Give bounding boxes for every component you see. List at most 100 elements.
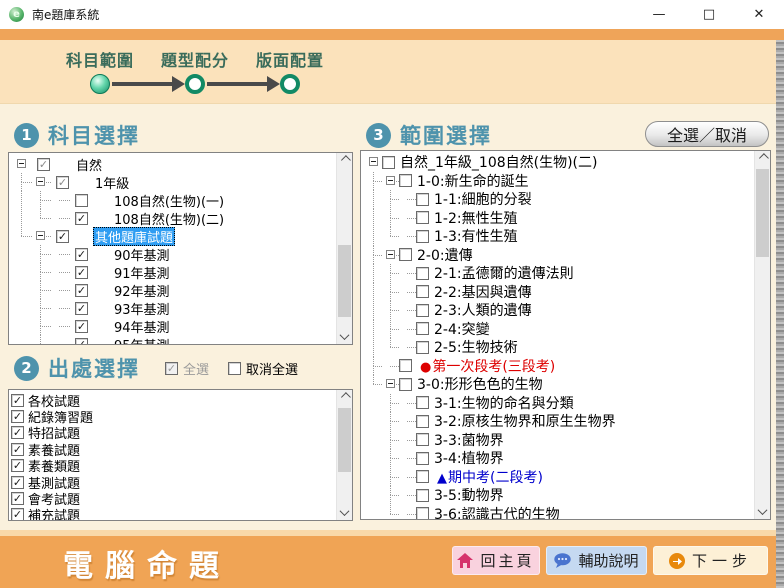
tree-item-label[interactable]: 1-0:新生命的誕生 bbox=[415, 171, 531, 191]
step-circle-1-active[interactable] bbox=[90, 74, 110, 94]
checkbox[interactable]: ✓ bbox=[75, 338, 88, 345]
expand-toggle[interactable] bbox=[365, 153, 382, 172]
checkbox[interactable] bbox=[416, 285, 429, 298]
checkbox[interactable]: ✓ bbox=[11, 394, 24, 407]
tree-item-label[interactable]: 2-2:基因與遺傳 bbox=[432, 282, 534, 302]
list-item[interactable]: ✓素養試題 bbox=[11, 441, 337, 457]
tree-item[interactable]: ✓ 93年基測 bbox=[13, 299, 337, 317]
scroll-down-icon[interactable] bbox=[337, 504, 352, 520]
checkbox[interactable] bbox=[416, 230, 429, 243]
tree-item-label[interactable]: 3-5:動物界 bbox=[432, 485, 506, 505]
tree-item[interactable]: ✓91年基測 bbox=[13, 263, 337, 281]
checkbox[interactable]: ✓ bbox=[75, 212, 88, 225]
checkbox[interactable] bbox=[399, 359, 412, 372]
scroll-up-icon[interactable] bbox=[337, 153, 352, 169]
checkbox[interactable] bbox=[416, 470, 429, 483]
expand-toggle[interactable] bbox=[382, 172, 399, 191]
tree-item[interactable]: 2-1:孟德爾的遺傳法則 bbox=[365, 264, 755, 283]
tree-item[interactable]: 3-4:植物界 bbox=[365, 449, 755, 468]
checkbox[interactable] bbox=[75, 194, 88, 207]
checkbox[interactable] bbox=[416, 433, 429, 446]
checkbox[interactable] bbox=[382, 156, 395, 169]
checkbox[interactable] bbox=[416, 507, 429, 519]
tree-item[interactable]: 2-0:遺傳 bbox=[365, 246, 755, 265]
tree-item[interactable]: 1-2:無性生殖 bbox=[365, 209, 755, 228]
tree-item-label[interactable]: 3-2:原核生物界和原生生物界 bbox=[432, 411, 618, 431]
checkbox[interactable] bbox=[416, 489, 429, 502]
checkbox[interactable] bbox=[416, 396, 429, 409]
tree-item[interactable]: 3-2:原核生物界和原生生物界 bbox=[365, 412, 755, 431]
expand-toggle[interactable] bbox=[32, 173, 51, 191]
tree-item[interactable]: 2-2:基因與遺傳 bbox=[365, 283, 755, 302]
checkbox[interactable]: ✓ bbox=[75, 320, 88, 333]
tree-item-label[interactable]: 91年基測 bbox=[112, 263, 172, 282]
checkbox[interactable] bbox=[416, 211, 429, 224]
list-item[interactable]: ✓特招試題 bbox=[11, 425, 337, 441]
select-all-checkbox[interactable]: ✓ bbox=[165, 362, 178, 375]
tree-item-label[interactable]: 其他題庫試題 bbox=[93, 227, 175, 246]
tree-item[interactable]: ✓自然 bbox=[13, 155, 337, 173]
tree-item[interactable]: 3-1:生物的命名與分類 bbox=[365, 394, 755, 413]
home-button[interactable]: 回主頁 bbox=[452, 546, 540, 575]
checkbox[interactable] bbox=[416, 415, 429, 428]
step-circle-2[interactable] bbox=[185, 74, 205, 94]
checkbox[interactable]: ✓ bbox=[11, 459, 24, 472]
checkbox[interactable] bbox=[399, 248, 412, 261]
tree-item-label[interactable]: 93年基測 bbox=[112, 299, 172, 318]
tree-item-label[interactable]: 92年基測 bbox=[112, 281, 172, 300]
tree-item[interactable]: 1-0:新生命的誕生 bbox=[365, 172, 755, 191]
checkbox[interactable]: ✓ bbox=[56, 176, 69, 189]
tree-item[interactable]: 2-3:人類的遺傳 bbox=[365, 301, 755, 320]
checkbox[interactable] bbox=[416, 193, 429, 206]
tree-item[interactable]: 自然_1年級_108自然(生物)(二) bbox=[365, 153, 755, 172]
checkbox[interactable]: ✓ bbox=[11, 410, 24, 423]
tree-item-label[interactable]: 2-3:人類的遺傳 bbox=[432, 300, 534, 320]
deselect-all-checkbox[interactable] bbox=[228, 362, 241, 375]
tree-item[interactable]: 2-4:突變 bbox=[365, 320, 755, 339]
tree-item-label[interactable]: 3-4:植物界 bbox=[432, 448, 506, 468]
minimize-button[interactable]: — bbox=[634, 0, 684, 29]
tree-item-label[interactable]: 1-2:無性生殖 bbox=[432, 208, 520, 228]
tree-item-label[interactable]: ●第一次段考(三段考) bbox=[415, 356, 557, 376]
tree-item[interactable]: 1-1:細胞的分裂 bbox=[365, 190, 755, 209]
help-button[interactable]: 輔助說明 bbox=[546, 546, 647, 575]
checkbox[interactable] bbox=[416, 341, 429, 354]
tree-item-label[interactable]: 2-4:突變 bbox=[432, 319, 492, 339]
checkbox[interactable] bbox=[399, 378, 412, 391]
checkbox[interactable] bbox=[399, 174, 412, 187]
close-button[interactable]: ✕ bbox=[734, 0, 784, 29]
tree-item[interactable]: 108自然(生物)(一) bbox=[13, 191, 337, 209]
tree-item-label[interactable]: 94年基測 bbox=[112, 317, 172, 336]
checkbox[interactable] bbox=[416, 452, 429, 465]
tree-item-label[interactable]: 3-3:菌物界 bbox=[432, 430, 506, 450]
maximize-button[interactable]: □ bbox=[684, 0, 734, 29]
tree-item-label[interactable]: 3-0:形形色色的生物 bbox=[415, 374, 545, 394]
checkbox[interactable]: ✓ bbox=[75, 302, 88, 315]
tree-item[interactable]: ✓ 94年基測 bbox=[13, 317, 337, 335]
list-item[interactable]: ✓素養類題 bbox=[11, 458, 337, 474]
checkbox[interactable]: ✓ bbox=[11, 426, 24, 439]
select-all-toggle-button[interactable]: 全選／取消 bbox=[645, 121, 769, 147]
tree-item-label[interactable]: 1年級 bbox=[93, 173, 131, 192]
tree-item-label[interactable]: 2-0:遺傳 bbox=[415, 245, 475, 265]
range-scrollbar[interactable] bbox=[754, 151, 770, 519]
deselect-all-label[interactable]: 取消全選 bbox=[246, 359, 298, 378]
expand-toggle[interactable] bbox=[382, 375, 399, 394]
tree-item[interactable]: ✓ 其他題庫試題 bbox=[13, 227, 337, 245]
checkbox[interactable]: ✓ bbox=[75, 248, 88, 261]
tree-item-label[interactable]: 1-3:有性生殖 bbox=[432, 226, 520, 246]
tree-item[interactable]: 1-3:有性生殖 bbox=[365, 227, 755, 246]
checkbox[interactable]: ✓ bbox=[11, 508, 24, 520]
checkbox[interactable]: ✓ bbox=[56, 230, 69, 243]
step-circle-3[interactable] bbox=[280, 74, 300, 94]
checkbox[interactable]: ✓ bbox=[37, 158, 50, 171]
tree-item[interactable]: ●第一次段考(三段考) bbox=[365, 357, 755, 376]
list-item[interactable]: ✓補充試題 bbox=[11, 507, 337, 520]
tree-item[interactable]: ✓90年基測 bbox=[13, 245, 337, 263]
tree-item[interactable]: ✓ 1年級 bbox=[13, 173, 337, 191]
checkbox[interactable]: ✓ bbox=[11, 476, 24, 489]
checkbox[interactable]: ✓ bbox=[11, 492, 24, 505]
scroll-down-icon[interactable] bbox=[755, 503, 770, 519]
subject-scrollbar[interactable] bbox=[336, 153, 352, 344]
checkbox[interactable]: ✓ bbox=[11, 443, 24, 456]
